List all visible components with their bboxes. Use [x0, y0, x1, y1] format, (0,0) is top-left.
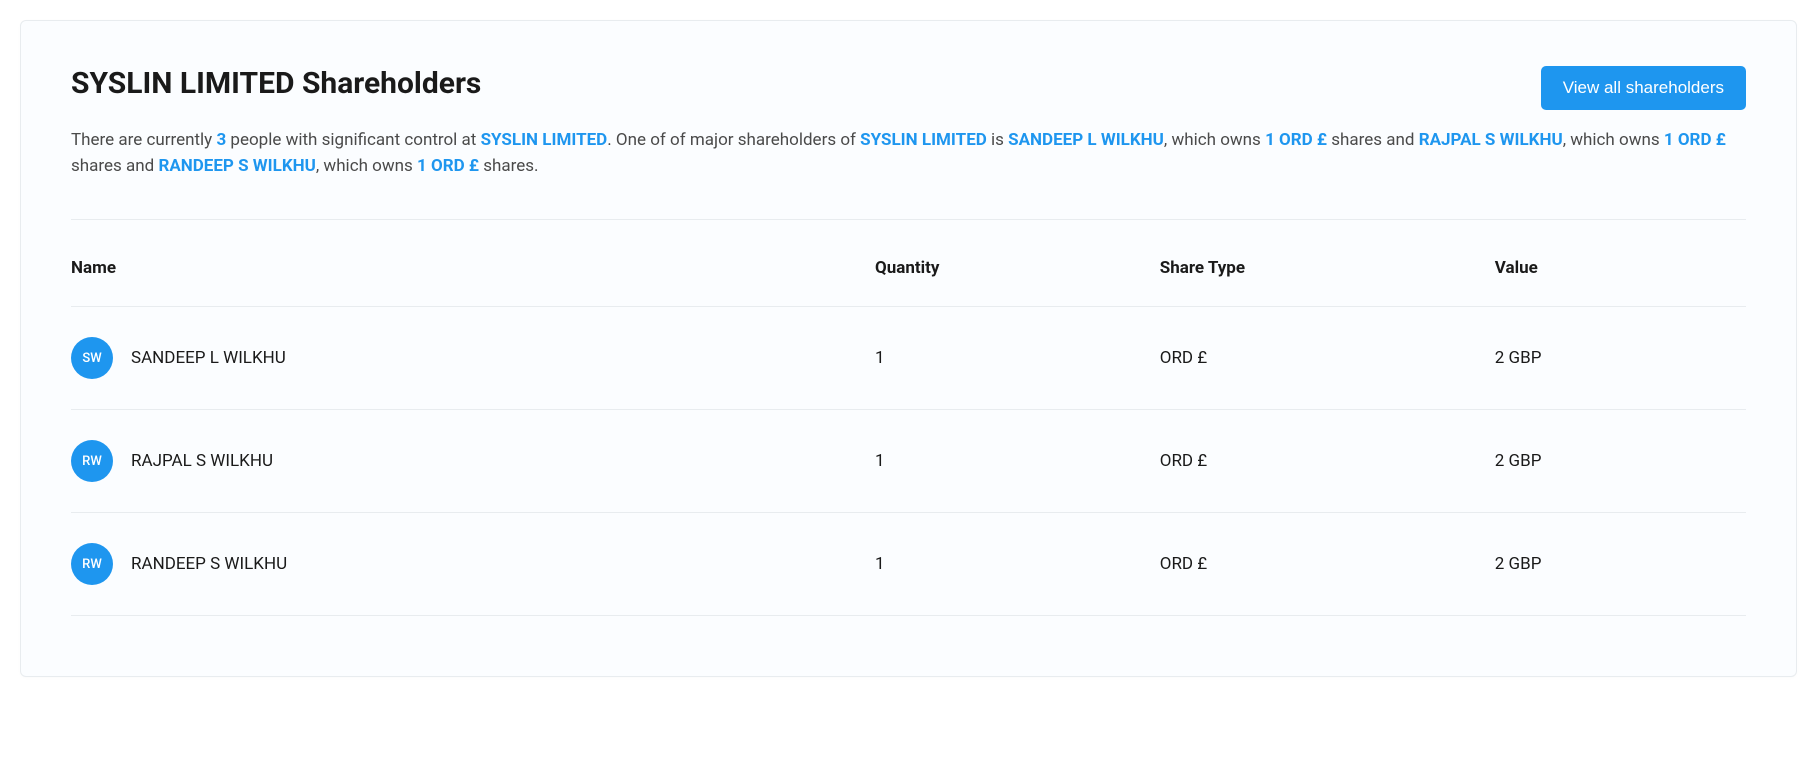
desc-shares3: 1 ORD £	[417, 156, 479, 176]
col-header-value: Value	[1495, 230, 1746, 307]
desc-shares1: 1 ORD £	[1265, 130, 1327, 150]
avatar: RW	[71, 440, 113, 482]
name-cell: RW RAJPAL S WILKHU	[71, 440, 875, 482]
desc-suffix: shares.	[479, 156, 538, 176]
view-all-shareholders-button[interactable]: View all shareholders	[1541, 66, 1746, 110]
table-header-row: Name Quantity Share Type Value	[71, 230, 1746, 307]
cell-value: 2 GBP	[1495, 307, 1746, 410]
name-cell: RW RANDEEP S WILKHU	[71, 543, 875, 585]
desc-count: 3	[216, 130, 226, 150]
desc-mid4: shares and	[1327, 130, 1419, 150]
desc-company2-link[interactable]: SYSLIN LIMITED	[860, 130, 987, 150]
avatar: RW	[71, 543, 113, 585]
description-text: There are currently 3 people with signif…	[71, 128, 1746, 179]
table-row: RW RANDEEP S WILKHU 1 ORD £ 2 GBP	[71, 513, 1746, 616]
shareholder-name-link[interactable]: RAJPAL S WILKHU	[131, 451, 273, 471]
cell-value: 2 GBP	[1495, 410, 1746, 513]
desc-prefix: There are currently	[71, 130, 216, 150]
avatar: SW	[71, 337, 113, 379]
cell-quantity: 1	[875, 410, 1160, 513]
desc-name2-link[interactable]: RAJPAL S WILKHU	[1419, 130, 1563, 150]
shareholders-table: Name Quantity Share Type Value SW SANDEE…	[71, 230, 1746, 616]
shareholder-name-link[interactable]: RANDEEP S WILKHU	[131, 554, 287, 574]
header-row: SYSLIN LIMITED Shareholders View all sha…	[71, 66, 1746, 110]
name-cell: SW SANDEEP L WILKHU	[71, 337, 875, 379]
col-header-share-type: Share Type	[1160, 230, 1495, 307]
cell-quantity: 1	[875, 513, 1160, 616]
cell-value: 2 GBP	[1495, 513, 1746, 616]
desc-mid3: , which owns	[1164, 130, 1265, 150]
col-header-quantity: Quantity	[875, 230, 1160, 307]
page-title: SYSLIN LIMITED Shareholders	[71, 66, 481, 101]
shareholder-name-link[interactable]: SANDEEP L WILKHU	[131, 348, 286, 368]
desc-name3-link[interactable]: RANDEEP S WILKHU	[158, 156, 315, 176]
cell-share-type: ORD £	[1160, 513, 1495, 616]
cell-quantity: 1	[875, 307, 1160, 410]
desc-mid7: , which owns	[316, 156, 417, 176]
desc-mid2: is	[987, 130, 1008, 150]
desc-company-link[interactable]: SYSLIN LIMITED	[481, 130, 608, 150]
desc-shares2: 1 ORD £	[1664, 130, 1726, 150]
divider	[71, 219, 1746, 220]
cell-share-type: ORD £	[1160, 307, 1495, 410]
cell-share-type: ORD £	[1160, 410, 1495, 513]
col-header-name: Name	[71, 230, 875, 307]
shareholders-card: SYSLIN LIMITED Shareholders View all sha…	[20, 20, 1797, 677]
desc-mid5: , which owns	[1563, 130, 1664, 150]
desc-mid1: . One of of major shareholders of	[607, 130, 860, 150]
table-row: SW SANDEEP L WILKHU 1 ORD £ 2 GBP	[71, 307, 1746, 410]
table-row: RW RAJPAL S WILKHU 1 ORD £ 2 GBP	[71, 410, 1746, 513]
desc-name1-link[interactable]: SANDEEP L WILKHU	[1008, 130, 1164, 150]
desc-after-count: people with significant control at	[226, 130, 480, 150]
desc-mid6: shares and	[71, 156, 158, 176]
